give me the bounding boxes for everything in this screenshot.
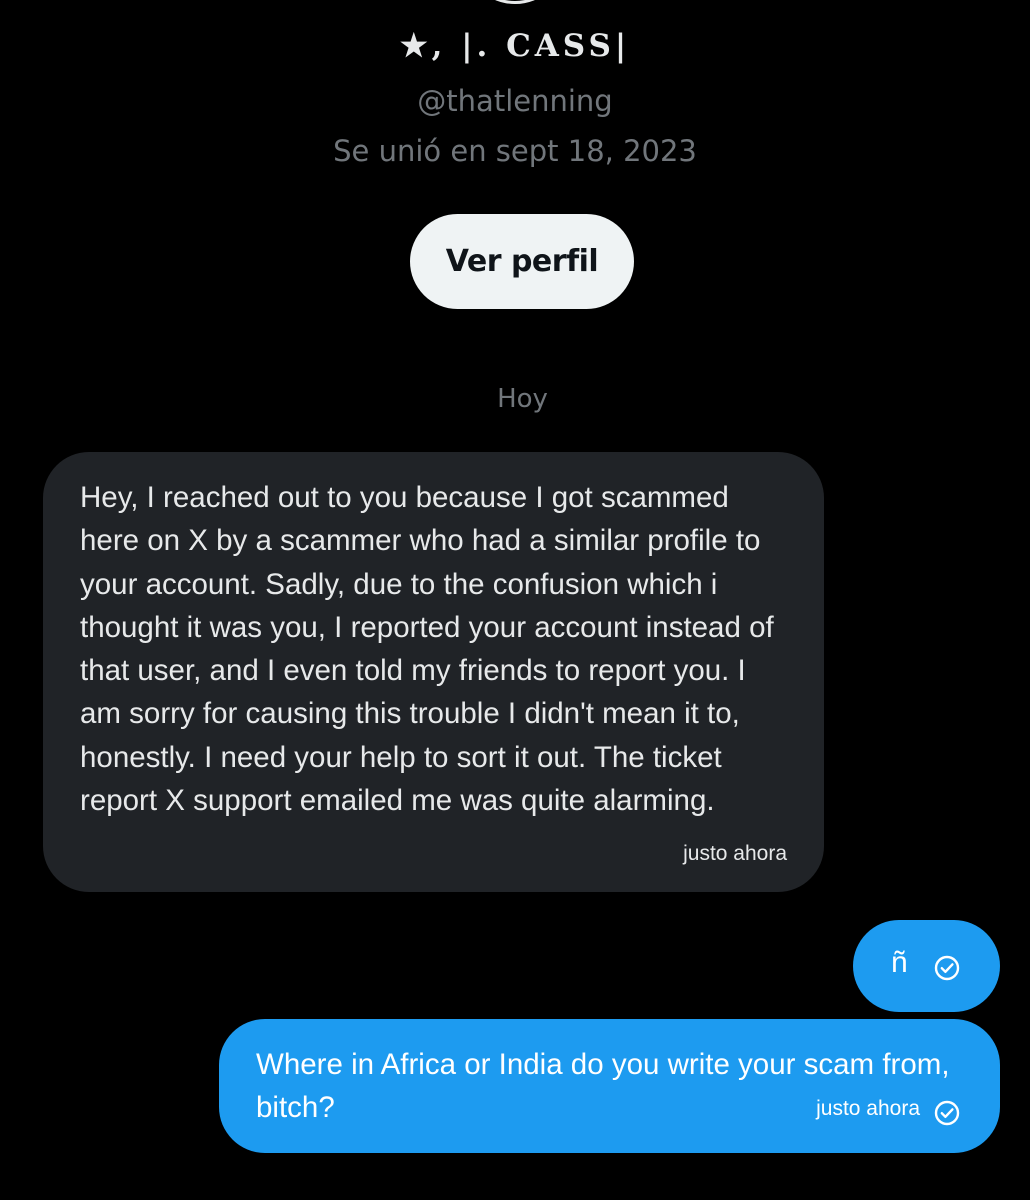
- message-bubble-outgoing[interactable]: Where in Africa or India do you write yo…: [219, 1019, 1000, 1153]
- view-profile-button[interactable]: Ver perfil: [410, 214, 634, 309]
- check-circle-icon: [934, 955, 960, 981]
- message-bubble-incoming[interactable]: Hey, I reached out to you because I got …: [43, 452, 824, 892]
- message-timestamp: justo ahora: [816, 1097, 920, 1120]
- message-text: ñ: [891, 946, 908, 979]
- profile-joined-date: Se unió en sept 18, 2023: [333, 134, 697, 168]
- date-divider: Hoy: [497, 384, 548, 414]
- message-text: Hey, I reached out to you because I got …: [80, 481, 774, 818]
- profile-handle: @thatlenning: [417, 84, 613, 118]
- avatar[interactable]: [465, 0, 565, 4]
- check-circle-icon: [934, 1100, 960, 1126]
- message-bubble-outgoing[interactable]: ñ: [853, 920, 1000, 1012]
- profile-display-name: ★, |. CASS|: [399, 28, 631, 64]
- message-timestamp: justo ahora: [683, 842, 787, 865]
